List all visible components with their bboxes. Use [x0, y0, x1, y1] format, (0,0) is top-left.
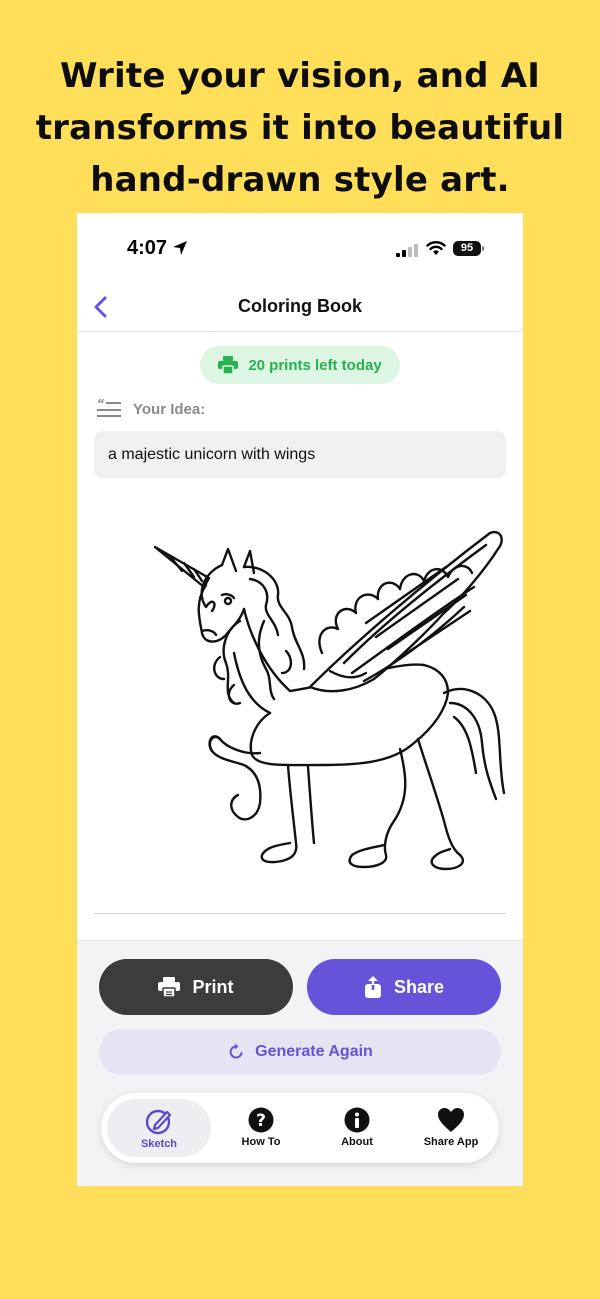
- share-icon: [364, 976, 381, 998]
- svg-text:?: ?: [256, 1111, 266, 1131]
- phone-screen: 4:07 95 Coloring Book 20 prints left tod…: [77, 213, 523, 1186]
- tab-about[interactable]: About: [311, 1099, 403, 1157]
- generate-again-label: Generate Again: [255, 1043, 373, 1060]
- tab-about-label: About: [341, 1136, 373, 1148]
- prints-left-text: 20 prints left today: [248, 356, 382, 374]
- unicorn-artwork-image: [153, 530, 506, 871]
- cellular-signal-icon: [396, 244, 418, 257]
- navigation-bar: Coloring Book: [77, 283, 523, 332]
- battery-indicator: 95: [453, 241, 481, 256]
- idea-input[interactable]: a majestic unicorn with wings: [94, 431, 506, 478]
- generate-again-button[interactable]: Generate Again: [99, 1029, 501, 1075]
- wifi-icon: [426, 241, 446, 255]
- tab-bar: Sketch ? How To About Share App: [101, 1093, 499, 1163]
- tab-sketch-label: Sketch: [140, 1138, 178, 1150]
- quote-lines-icon: “: [97, 399, 121, 417]
- status-bar: 4:07 95: [77, 213, 523, 283]
- headline-line-3: hand-drawn style art.: [90, 160, 510, 200]
- tab-how-to[interactable]: ? How To: [215, 1099, 307, 1157]
- share-button[interactable]: Share: [307, 959, 501, 1015]
- headline-line-2: transforms it into beautiful: [35, 108, 565, 148]
- share-button-label: Share: [393, 976, 445, 997]
- battery-tip: [482, 246, 484, 251]
- question-circle-icon: ?: [248, 1107, 274, 1133]
- idea-label-text: Your Idea:: [133, 400, 206, 418]
- refresh-icon: [229, 1043, 243, 1059]
- tab-how-to-label: How To: [241, 1136, 281, 1148]
- headline-line-1: Write your vision, and AI: [59, 56, 541, 96]
- tab-sketch[interactable]: Sketch: [107, 1099, 211, 1157]
- pencil-circle-icon: [145, 1109, 172, 1135]
- print-button[interactable]: Print: [99, 959, 293, 1015]
- page-title: Coloring Book: [238, 296, 362, 316]
- print-button-label: Print: [192, 976, 234, 997]
- location-arrow-icon: [173, 241, 187, 255]
- prints-left-badge: 20 prints left today: [200, 346, 400, 384]
- tab-share-app-label: Share App: [423, 1136, 479, 1148]
- tab-share-app[interactable]: Share App: [405, 1099, 497, 1157]
- heart-icon: [438, 1108, 464, 1132]
- idea-label: “ Your Idea:: [97, 399, 205, 419]
- printer-icon: [218, 356, 239, 374]
- content-divider: [94, 913, 506, 914]
- printer-icon: [158, 977, 181, 997]
- status-time: 4:07: [127, 237, 168, 259]
- info-circle-icon: [344, 1107, 370, 1133]
- promo-headline: Write your vision, and AI transforms it …: [0, 50, 600, 206]
